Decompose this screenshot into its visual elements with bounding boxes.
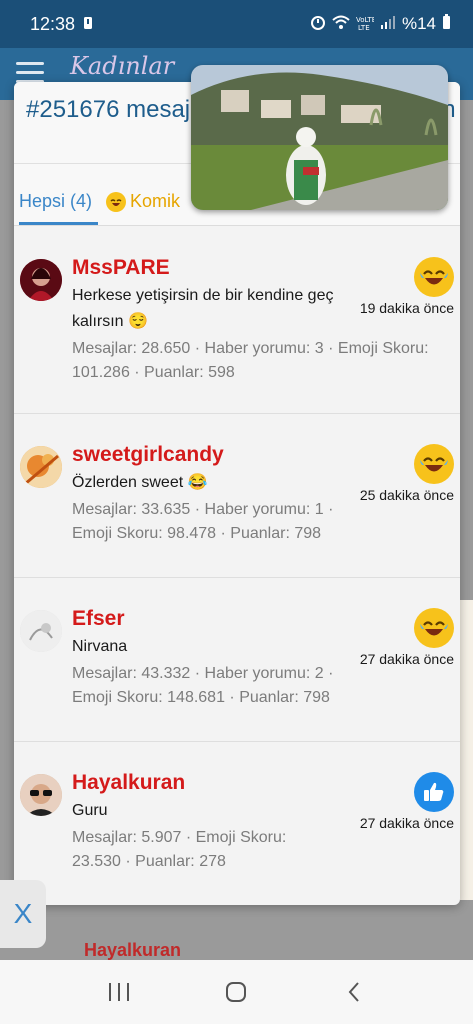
notification-icon bbox=[83, 16, 93, 33]
svg-text:LTE: LTE bbox=[358, 24, 370, 31]
pip-video[interactable] bbox=[191, 65, 448, 210]
tab-all[interactable]: Hepsi (4) bbox=[19, 191, 99, 225]
user-stats: Mesajlar: 28.650 · Haber yorumu: 3 · Emo… bbox=[72, 340, 429, 381]
tab-komik[interactable]: Komik bbox=[106, 191, 186, 225]
avatar[interactable] bbox=[20, 259, 62, 301]
user-stats: Mesajlar: 33.635 · Haber yorumu: 1 · Emo… bbox=[72, 501, 334, 542]
reaction-time: 27 dakika önce bbox=[359, 651, 454, 667]
laugh-emoji-icon bbox=[414, 257, 454, 297]
tab-komik-label: Komik bbox=[130, 191, 181, 211]
video-frame bbox=[191, 65, 448, 210]
home-button[interactable] bbox=[216, 972, 256, 1012]
status-time: 12:38 bbox=[30, 13, 76, 34]
avatar[interactable] bbox=[20, 610, 62, 652]
username[interactable]: MssPARE bbox=[72, 255, 460, 281]
reaction-list: MssPARE Herkese yetişirsin de bir kendin… bbox=[14, 227, 460, 905]
background-logo: Kadınlar bbox=[70, 52, 175, 80]
list-item[interactable]: Hayalkuran Guru Mesajlar: 5.907 · Emoji … bbox=[14, 742, 460, 905]
close-button[interactable]: X bbox=[0, 880, 46, 948]
volte-icon: VoLTE LTE bbox=[356, 15, 376, 33]
svg-text:VoLTE: VoLTE bbox=[356, 16, 374, 24]
user-stats: Mesajlar: 43.332 · Haber yorumu: 2 · Emo… bbox=[72, 665, 334, 706]
list-item[interactable]: MssPARE Herkese yetişirsin de bir kendin… bbox=[14, 227, 460, 414]
reaction-time: 25 dakika önce bbox=[359, 487, 454, 503]
signal-icon bbox=[380, 14, 396, 34]
list-item[interactable]: Efser Nirvana Mesajlar: 43.332 · Haber y… bbox=[14, 578, 460, 742]
background-username-peek: Hayalkuran bbox=[84, 940, 182, 960]
username[interactable]: sweetgirlcandy bbox=[72, 442, 460, 468]
avatar[interactable] bbox=[20, 774, 62, 816]
battery-icon bbox=[442, 13, 451, 35]
user-stats: Mesajlar: 5.907 · Emoji Skoru: 23.530 · … bbox=[72, 829, 287, 870]
status-bar: 12:38 VoLTE LTE %14 bbox=[0, 0, 473, 48]
wifi-icon bbox=[332, 14, 350, 34]
reaction-time: 27 dakika önce bbox=[359, 815, 454, 831]
recent-apps-button[interactable] bbox=[99, 972, 139, 1012]
thumbs-up-icon bbox=[414, 772, 454, 812]
tab-all-label: Hepsi (4) bbox=[19, 191, 93, 211]
battery-percent: %14 bbox=[401, 14, 436, 33]
alarm-icon bbox=[310, 14, 326, 35]
reaction-time: 19 dakika önce bbox=[359, 300, 454, 316]
list-item[interactable]: sweetgirlcandy Özlerden sweet 😂 Mesajlar… bbox=[14, 414, 460, 578]
laugh-emoji-icon bbox=[414, 608, 454, 648]
avatar[interactable] bbox=[20, 446, 62, 488]
back-button[interactable] bbox=[334, 972, 374, 1012]
username[interactable]: Hayalkuran bbox=[72, 770, 460, 796]
laugh-emoji-icon bbox=[106, 191, 127, 212]
back-icon bbox=[348, 982, 359, 1002]
home-icon bbox=[226, 982, 247, 1002]
system-nav-bar bbox=[0, 960, 473, 1024]
recent-apps-icon bbox=[108, 983, 129, 1001]
background-card bbox=[460, 600, 473, 900]
laugh-emoji-icon bbox=[414, 444, 454, 484]
username[interactable]: Efser bbox=[72, 606, 460, 632]
